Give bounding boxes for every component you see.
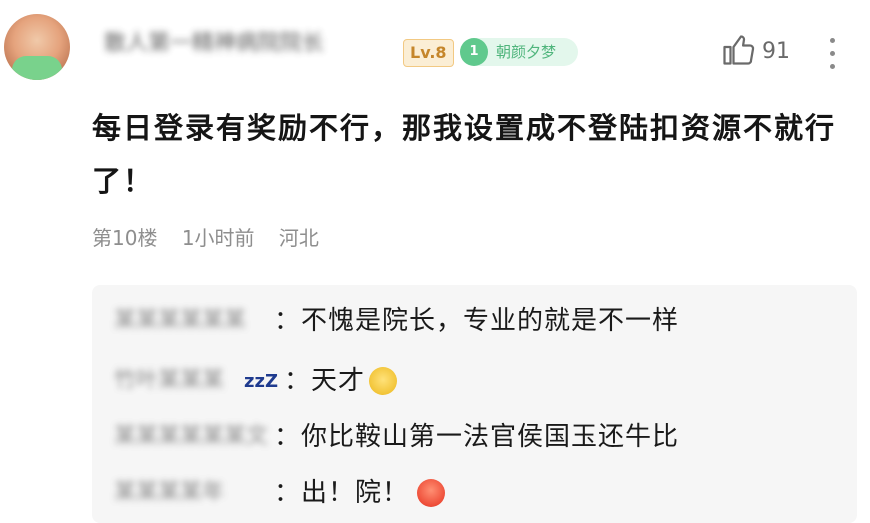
reply-text: ：出！院！ — [274, 478, 410, 508]
floor-number: 第10楼 — [92, 226, 158, 250]
more-vertical-icon-dot — [830, 64, 835, 69]
like-count: 91 — [762, 39, 790, 64]
angry-emoji-icon — [369, 367, 398, 395]
level-badge: Lv.8 — [403, 39, 454, 67]
more-vertical-icon — [830, 38, 835, 43]
reply-author[interactable]: 某某某某某某 — [114, 308, 274, 334]
reply-list[interactable]: 某某某某某某 ：不愧是院长，专业的就是不一样 竹叶某某某 zzZ ：天才 某某某某某某… — [92, 285, 857, 523]
thumb-up-icon — [723, 35, 755, 65]
reply-author[interactable]: 竹叶某某某 — [114, 368, 274, 394]
reply-author[interactable]: 某某某某年 — [114, 480, 274, 506]
reply-item[interactable]: 某某某某年 ：出！院！ — [114, 473, 446, 513]
medal-level: 1 — [460, 38, 488, 66]
more-options-button[interactable] — [826, 36, 840, 72]
reply-item[interactable]: 竹叶某某某 zzZ ：天才 — [114, 361, 398, 401]
mad-emoji-icon — [417, 479, 446, 507]
username[interactable]: 散人第一精神病院院长 — [104, 32, 394, 56]
avatar-mask-decoration — [12, 56, 62, 80]
reply-author[interactable]: 某某某某某某文 — [114, 424, 274, 450]
like-button[interactable]: 91 — [720, 32, 795, 72]
medal-name: 朝颜夕梦 — [496, 43, 557, 61]
more-vertical-icon-dot — [830, 51, 835, 56]
reply-item[interactable]: 某某某某某某 ：不愧是院长，专业的就是不一样 — [114, 301, 679, 341]
comment-line: 每日登录有奖励不行，那我设置成不登陆扣资源不就行 — [92, 111, 837, 145]
comment-meta: 第10楼 1小时前 河北 — [92, 224, 337, 252]
post-time: 1小时前 — [181, 226, 255, 250]
reply-text: ：不愧是院长，专业的就是不一样 — [274, 306, 680, 336]
avatar[interactable] — [4, 14, 70, 80]
comment-body: 每日登录有奖励不行，那我设置成不登陆扣资源不就行 了！ — [92, 102, 852, 208]
reply-text: ：你比鞍山第一法官侯国玉还牛比 — [274, 422, 680, 452]
comment-line: 了！ — [92, 164, 155, 198]
reply-item[interactable]: 某某某某某某文 ：你比鞍山第一法官侯国玉还牛比 — [114, 417, 679, 457]
reply-text: ：天才 — [284, 366, 366, 396]
fan-medal[interactable]: 1 朝颜夕梦 — [460, 38, 578, 66]
post-location: 河北 — [278, 226, 319, 250]
comment-header: 散人第一精神病院院长 Lv.8 1 朝颜夕梦 91 — [0, 0, 870, 100]
